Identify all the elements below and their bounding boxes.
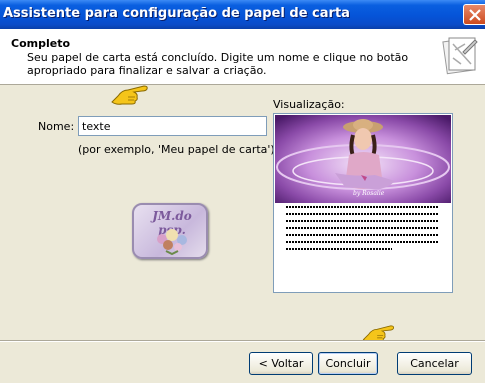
close-button[interactable] bbox=[463, 4, 485, 25]
close-icon bbox=[469, 9, 481, 21]
flower-bouquet-icon bbox=[157, 229, 187, 255]
preview-caption: by Rosalie bbox=[353, 190, 385, 197]
preview-frame: by Rosalie bbox=[273, 113, 453, 293]
footer-separator bbox=[0, 340, 485, 342]
preview-image: by Rosalie bbox=[275, 115, 451, 203]
wizard-header: Completo Seu papel de carta está concluí… bbox=[0, 29, 485, 85]
stationery-icon bbox=[442, 37, 478, 75]
name-label: Nome: bbox=[38, 120, 75, 133]
preview-text-lines bbox=[286, 206, 438, 255]
logo: JM.do psp. bbox=[132, 203, 208, 259]
back-button[interactable]: < Voltar bbox=[249, 352, 313, 375]
pointing-hand-icon bbox=[111, 85, 148, 105]
header-description: Seu papel de carta está concluído. Digit… bbox=[27, 51, 409, 77]
name-input[interactable] bbox=[78, 116, 267, 136]
finish-button[interactable]: Concluir bbox=[318, 352, 378, 375]
cancel-button[interactable]: Cancelar bbox=[397, 352, 472, 375]
example-hint: (por exemplo, 'Meu papel de carta') bbox=[78, 143, 275, 156]
window-title: Assistente para configuração de papel de… bbox=[3, 6, 350, 21]
header-title: Completo bbox=[11, 37, 71, 50]
title-bar: Assistente para configuração de papel de… bbox=[0, 0, 485, 29]
preview-label: Visualização: bbox=[273, 98, 345, 111]
